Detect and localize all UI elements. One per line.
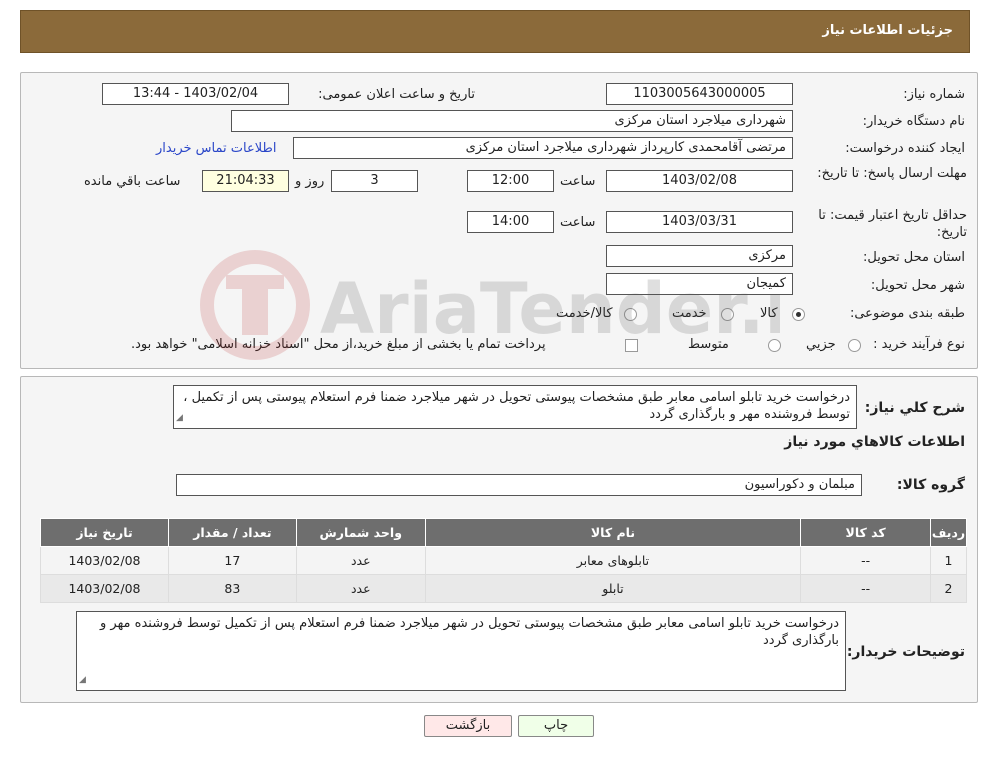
process-label: نوع فرآیند خرید :	[873, 337, 965, 352]
validity-time-field: 14:00	[467, 211, 554, 233]
deadline-time-field: 12:00	[467, 170, 554, 192]
buyer-notes-textarea[interactable]: درخواست خرید تابلو اسامی معابر طبق مشخصا…	[76, 611, 846, 691]
description-text: درخواست خرید تابلو اسامی معابر طبق مشخصا…	[183, 390, 850, 422]
goods-group-label: گروه کالا:	[896, 477, 965, 493]
col-row: ردیف	[930, 518, 967, 547]
goods-group-field: مبلمان و دکوراسیون	[176, 474, 862, 496]
cell-name: تابلو	[424, 574, 802, 603]
goods-info-title: اطلاعات کالاهاي مورد نیاز	[784, 434, 965, 450]
process-medium-label: متوسط	[688, 337, 729, 352]
need-number-label: شماره نیاز:	[903, 87, 965, 102]
table-row: 2 -- تابلو عدد 83 1403/02/08	[40, 574, 967, 603]
creator-field: مرتضی آقامحمدی کارپرداز شهرداری میلاجرد …	[293, 137, 793, 159]
col-code: کد کالا	[800, 518, 932, 547]
buyer-notes-text: درخواست خرید تابلو اسامی معابر طبق مشخصا…	[99, 616, 839, 648]
days-field: 3	[331, 170, 418, 192]
resize-grip-icon[interactable]: ◢	[79, 672, 86, 689]
buyer-notes-label: توضیحات خریدار:	[846, 644, 965, 660]
process-treasury-checkbox[interactable]	[625, 339, 638, 352]
deadline-time-label: ساعت	[560, 174, 596, 189]
cell-qty: 17	[167, 546, 297, 575]
deadline-label: مهلت ارسال پاسخ: تا تاریخ:	[817, 166, 967, 181]
need-number-field: 1103005643000005	[606, 83, 793, 105]
cell-row: 2	[930, 574, 967, 603]
cell-date: 1403/02/08	[40, 546, 169, 575]
remaining-time-field: 21:04:33	[202, 170, 289, 192]
category-both-radio[interactable]	[624, 308, 637, 321]
process-note: پرداخت تمام یا بخشی از مبلغ خرید،از محل …	[131, 337, 546, 352]
cell-unit: عدد	[295, 574, 426, 603]
process-medium-radio[interactable]	[768, 339, 781, 352]
col-date: تاریخ نیاز	[40, 518, 169, 547]
city-field: کمیجان	[606, 273, 793, 295]
resize-grip-icon[interactable]: ◢	[176, 410, 183, 427]
validity-label: حداقل تاریخ اعتبار قیمت: تا تاریخ:	[818, 208, 967, 240]
cell-row: 1	[930, 546, 967, 575]
creator-label: ایجاد کننده درخواست:	[845, 141, 965, 156]
deadline-date-field: 1403/02/08	[606, 170, 793, 192]
category-both-label: کالا/خدمت	[556, 306, 613, 321]
announce-field: 1403/02/04 - 13:44	[102, 83, 289, 105]
buyer-org-field: شهرداری میلاجرد استان مرکزی	[231, 110, 793, 132]
cell-code: --	[800, 546, 932, 575]
province-label: استان محل تحویل:	[863, 250, 965, 265]
print-button[interactable]: چاپ	[518, 715, 594, 737]
back-button[interactable]: بازگشت	[424, 715, 512, 737]
cell-unit: عدد	[295, 546, 426, 575]
validity-date-field: 1403/03/31	[606, 211, 793, 233]
description-textarea[interactable]: درخواست خرید تابلو اسامی معابر طبق مشخصا…	[173, 385, 857, 429]
cell-date: 1403/02/08	[40, 574, 169, 603]
category-goods-radio[interactable]	[792, 308, 805, 321]
goods-table-header: ردیف کد کالا نام کالا واحد شمارش تعداد /…	[40, 518, 967, 547]
category-label: طبقه بندی موضوعی:	[849, 306, 965, 321]
category-service-label: خدمت	[672, 306, 707, 321]
category-service-radio[interactable]	[721, 308, 734, 321]
page-title: جزئیات اطلاعات نیاز	[822, 23, 953, 38]
remaining-label: ساعت باقي مانده	[84, 174, 181, 189]
col-qty: تعداد / مقدار	[167, 518, 297, 547]
category-goods-label: کالا	[760, 306, 778, 321]
table-row: 1 -- تابلوهای معابر عدد 17 1403/02/08	[40, 546, 967, 575]
cell-code: --	[800, 574, 932, 603]
province-field: مرکزی	[606, 245, 793, 267]
buyer-contact-link[interactable]: اطلاعات تماس خریدار	[156, 141, 276, 156]
cell-name: تابلوهای معابر	[424, 546, 802, 575]
announce-label: تاریخ و ساعت اعلان عمومی:	[318, 87, 475, 102]
col-name: نام کالا	[424, 518, 802, 547]
process-small-label: جزیي	[806, 337, 836, 352]
city-label: شهر محل تحویل:	[870, 278, 965, 293]
days-label: روز و	[295, 174, 325, 189]
goods-table: ردیف کد کالا نام کالا واحد شمارش تعداد /…	[40, 518, 967, 603]
col-unit: واحد شمارش	[295, 518, 426, 547]
buyer-org-label: نام دستگاه خریدار:	[862, 114, 965, 129]
process-small-radio[interactable]	[848, 339, 861, 352]
page-header: جزئیات اطلاعات نیاز	[20, 10, 970, 53]
validity-time-label: ساعت	[560, 215, 596, 230]
description-label: شرح کلي نیاز:	[864, 400, 965, 416]
cell-qty: 83	[167, 574, 297, 603]
